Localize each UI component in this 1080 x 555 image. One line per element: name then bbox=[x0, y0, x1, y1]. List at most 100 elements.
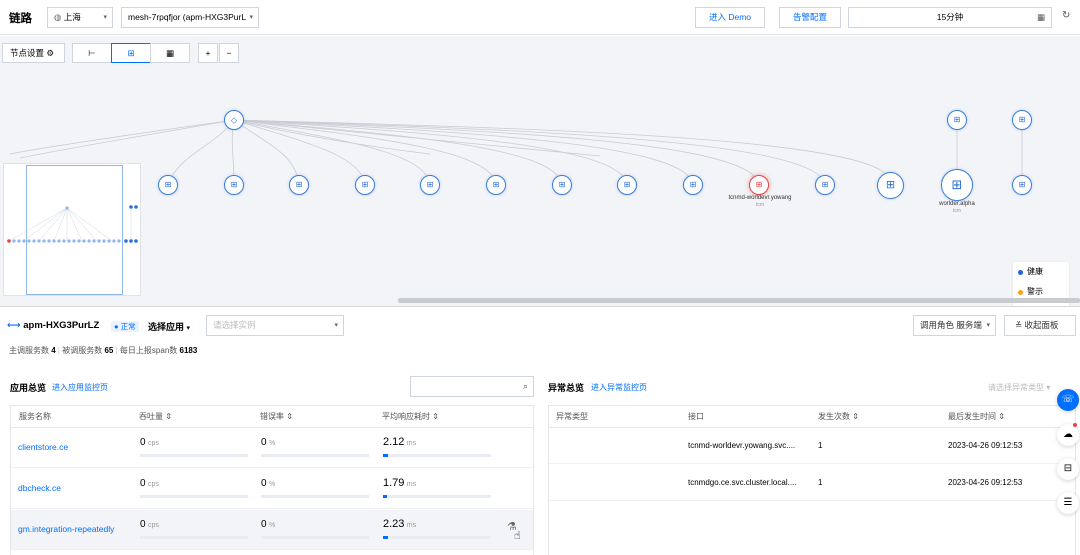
column-header-throughput[interactable]: 吞吐量 ⇕ bbox=[139, 406, 172, 428]
service-search-input[interactable]: ⌕ bbox=[410, 376, 534, 397]
service-node[interactable]: ⊞ bbox=[941, 169, 973, 201]
column-header-label: 吞吐量 bbox=[139, 412, 163, 421]
service-node[interactable]: ⊞ bbox=[289, 175, 309, 195]
select-app-label: 选择应用 bbox=[148, 322, 185, 332]
stat-value: 4 bbox=[51, 346, 56, 355]
service-node[interactable]: ⊞ bbox=[1012, 110, 1032, 130]
service-icon: ⊞ bbox=[623, 180, 631, 189]
top-bar: 链路 ◍ 上海 ▾ mesh-7rpqfjor (apm-HXG3PurL ▾ … bbox=[0, 0, 1080, 35]
support-button[interactable]: ☏ bbox=[1057, 389, 1079, 411]
throughput-bar bbox=[140, 536, 248, 539]
root-service-node[interactable]: ⬦ bbox=[224, 110, 244, 130]
service-node[interactable]: ⊞ bbox=[158, 175, 178, 195]
service-node[interactable]: ⊞ bbox=[683, 175, 703, 195]
error-rate-value: 0 bbox=[261, 478, 267, 489]
cloud-button[interactable]: ☁ bbox=[1057, 424, 1079, 446]
service-icon: ⬦ bbox=[230, 115, 238, 125]
status-badge: ● 正常 bbox=[111, 321, 139, 332]
service-node[interactable]: ⊞ bbox=[355, 175, 375, 195]
globe-icon: ◍ bbox=[54, 12, 64, 22]
service-node[interactable]: ⊞ bbox=[1012, 175, 1032, 195]
list-button[interactable]: ☰ bbox=[1057, 492, 1079, 514]
service-icon: ⊞ bbox=[755, 180, 763, 189]
chevron-down-icon: ▾ bbox=[103, 14, 107, 21]
region-select[interactable]: ◍ 上海 ▾ bbox=[47, 7, 113, 28]
service-name-link[interactable]: clientstore.ce bbox=[18, 442, 68, 452]
service-node[interactable]: ⊞ bbox=[420, 175, 440, 195]
mouse-cursor-icon: ☝ bbox=[514, 530, 521, 542]
refresh-icon[interactable]: ↻ bbox=[1062, 10, 1070, 21]
error-rate-unit: % bbox=[268, 481, 276, 488]
table-row[interactable]: gm.integration-repeatedly 0 cps 0 % 2.23… bbox=[11, 510, 533, 550]
stat-label: 主调服务数 bbox=[9, 346, 49, 355]
service-node[interactable]: ⊞ bbox=[815, 175, 835, 195]
chevrons-down-icon: ≚ bbox=[1015, 320, 1023, 330]
latency-bar bbox=[383, 454, 491, 457]
error-rate-bar bbox=[261, 495, 369, 498]
column-header-label: 最后发生时间 bbox=[948, 412, 996, 421]
table-row[interactable]: tcnmdgo.ce.svc.cluster.local.... 1 2023-… bbox=[549, 465, 1075, 501]
notification-dot bbox=[1073, 423, 1077, 427]
table-row[interactable]: clientstore.ce 0 cps 0 % 2.12 ms bbox=[11, 428, 533, 468]
column-header-api: 接口 bbox=[688, 412, 704, 421]
role-select[interactable]: 调用角色 服务端 ▾ bbox=[913, 315, 996, 336]
app-monitor-link[interactable]: 进入应用监控页 bbox=[52, 382, 108, 393]
legend-item-healthy: 健康 bbox=[1013, 262, 1069, 282]
status-dot-icon bbox=[1018, 270, 1023, 275]
instance-filter-select[interactable]: 请选择实例 ▾ bbox=[206, 315, 344, 336]
time-range-picker[interactable]: 15分钟 ▦ bbox=[848, 7, 1052, 28]
anomaly-time-cell: 2023-04-26 09:12:53 bbox=[948, 478, 1023, 487]
latency-value: 1.79 bbox=[383, 477, 405, 489]
status-text: 正常 bbox=[120, 322, 136, 331]
chevron-down-icon: ▾ bbox=[986, 322, 990, 329]
service-name-link[interactable]: gm.integration-repeatedly bbox=[18, 524, 114, 534]
region-value: 上海 bbox=[63, 12, 81, 22]
legend-label: 警示 bbox=[1027, 287, 1043, 296]
error-rate-bar bbox=[261, 536, 369, 539]
service-icon: ⊞ bbox=[953, 115, 961, 124]
service-node[interactable]: ⊞ bbox=[486, 175, 506, 195]
throughput-unit: cps bbox=[147, 522, 159, 529]
minimap[interactable] bbox=[3, 163, 141, 296]
anomaly-monitor-link[interactable]: 进入异常监控页 bbox=[591, 382, 647, 393]
anomaly-type-select[interactable]: 请选择异常类型 ▾ bbox=[988, 382, 1050, 393]
stat-label: 每日上报span数 bbox=[119, 346, 178, 355]
status-dot-icon bbox=[1018, 290, 1023, 295]
column-header-count[interactable]: 发生次数 ⇕ bbox=[818, 406, 859, 428]
anomaly-count-cell: 1 bbox=[818, 441, 823, 450]
column-header-last-time[interactable]: 最后发生时间 ⇕ bbox=[948, 406, 1005, 428]
minimap-graph bbox=[7, 205, 138, 243]
anomaly-type-placeholder: 请选择异常类型 bbox=[988, 383, 1044, 392]
service-node[interactable]: ⊞ bbox=[617, 175, 637, 195]
demo-button[interactable]: 进入 Demo bbox=[695, 7, 765, 28]
topology-canvas[interactable]: 节点设置 ⚙ ⊢ ⊞ ▦ + − ⬦ ⊞ ⊞ ⊞ ⊞ ⊞ ⊞ ⊞ ⊞ ⊞ ⊞ t… bbox=[0, 36, 1080, 322]
list-icon: ☰ bbox=[1063, 497, 1073, 508]
service-node[interactable]: ⊞ bbox=[552, 175, 572, 195]
table-row[interactable]: tcnmd-worldevr.yowang.svc.... 1 2023-04-… bbox=[549, 428, 1075, 464]
column-header-error-rate[interactable]: 错误率 ⇕ bbox=[260, 406, 293, 428]
anomaly-overview-title: 异常总览 bbox=[548, 383, 585, 393]
select-app-dropdown[interactable]: 选择应用 ▾ bbox=[148, 320, 190, 333]
service-node[interactable]: ⊞ bbox=[947, 110, 967, 130]
error-node-label: tcnmd-worldevr.yowang bbox=[728, 195, 792, 201]
error-service-node[interactable]: ⊞ bbox=[749, 175, 769, 195]
column-header-latency[interactable]: 平均响应耗时 ⇕ bbox=[382, 406, 439, 428]
headset-icon: ☏ bbox=[1061, 394, 1075, 405]
latency-bar-fill bbox=[383, 454, 389, 457]
service-icon: ⊞ bbox=[164, 180, 172, 189]
anomaly-time-cell: 2023-04-26 09:12:53 bbox=[948, 441, 1023, 450]
service-node-sublabel: tcm bbox=[952, 208, 962, 214]
docs-button[interactable]: ⊟ bbox=[1057, 458, 1079, 480]
collapse-panel-button[interactable]: ≚ 收起面板 bbox=[1004, 315, 1076, 336]
service-name-link[interactable]: dbcheck.ce bbox=[18, 483, 61, 493]
instance-select[interactable]: mesh-7rpqfjor (apm-HXG3PurL ▾ bbox=[121, 7, 259, 28]
horizontal-scrollbar[interactable] bbox=[398, 298, 1080, 303]
service-node[interactable]: ⊞ bbox=[877, 172, 904, 199]
app-detail-panel: ⟷ apm-HXG3PurLZ ● 正常 选择应用 ▾ 请选择实例 ▾ 调用角色… bbox=[0, 306, 1080, 555]
error-rate-bar bbox=[261, 454, 369, 457]
stat-value: 65 bbox=[104, 346, 114, 355]
service-node[interactable]: ⊞ bbox=[224, 175, 244, 195]
alert-config-button[interactable]: 告警配置 bbox=[779, 7, 841, 28]
topology-edges bbox=[9, 119, 1023, 185]
table-row[interactable]: dbcheck.ce 0 cps 0 % 1.79 ms bbox=[11, 469, 533, 509]
